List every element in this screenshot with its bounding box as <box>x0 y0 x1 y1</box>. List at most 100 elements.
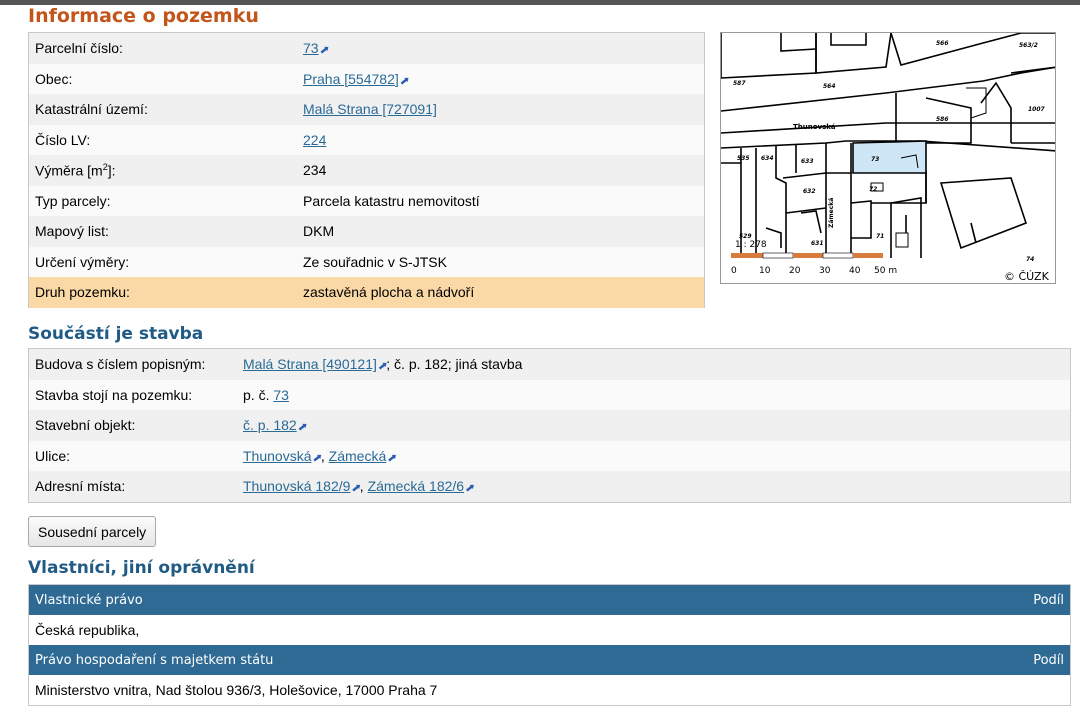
parcel-value: Malá Strana [727091] <box>297 94 704 125</box>
building-link-zamecka[interactable]: Zámecká <box>329 448 387 464</box>
external-link-icon: ⬈ <box>377 361 387 373</box>
parcel-label: Katastrální území: <box>29 94 297 125</box>
building-link-mala-strana-490121[interactable]: Malá Strana [490121] <box>243 356 377 372</box>
svg-text:632: 632 <box>803 188 816 195</box>
parcel-label: Parcelní číslo: <box>29 33 297 64</box>
scale-bar <box>731 252 883 259</box>
external-link-icon: ⬈ <box>387 452 396 464</box>
map-street-label-2: Zámecká <box>828 198 835 228</box>
building-label: Budova s číslem popisným: <box>29 349 237 380</box>
svg-text:10: 10 <box>759 266 771 276</box>
parcel-link-katastralni-uzemi[interactable]: Malá Strana [727091] <box>303 101 437 117</box>
building-value: č. p. 182⬈ <box>237 410 1070 441</box>
svg-text:587: 587 <box>733 80 746 87</box>
owner-group-header: Právo hospodaření s majetkem státu Podíl <box>29 645 1070 675</box>
building-value: p. č. 73 <box>237 379 1070 410</box>
parcel-info-table: Parcelní číslo: 73⬈ Obec: Praha [554782]⬈ Ka… <box>29 33 704 308</box>
external-link-icon: ⬈ <box>319 45 328 57</box>
building-row: Stavba stojí na pozemku: p. č. 73 <box>29 379 1070 410</box>
svg-text:0: 0 <box>731 266 737 276</box>
building-link-73[interactable]: 73 <box>273 387 289 403</box>
parcel-value: Ze souřadnic v S-JTSK <box>297 246 704 277</box>
owners-panel: Vlastnické právo Podíl Česká republika, Prá… <box>28 584 1071 706</box>
svg-text:535: 535 <box>737 155 750 162</box>
parcel-row: Parcelní číslo: 73⬈ <box>29 33 704 64</box>
external-link-icon: ⬈ <box>351 483 360 495</box>
cadastral-map[interactable]: 587 564 586 1007 563/2 566 73 72 71 74 6… <box>720 32 1056 284</box>
parcel-label: Typ parcely: <box>29 185 297 216</box>
external-link-icon: ⬈ <box>297 422 307 434</box>
svg-text:564: 564 <box>823 83 836 90</box>
parcel-row: Druh pozemku: zastavěná plocha a nádvoří <box>29 277 704 308</box>
external-link-icon: ⬈ <box>465 483 474 495</box>
building-label: Stavební objekt: <box>29 410 237 441</box>
svg-text:71: 71 <box>876 233 884 240</box>
cadastral-map-graphic: 587 564 586 1007 563/2 566 73 72 71 74 6… <box>721 33 1055 283</box>
building-info-table: Budova s číslem popisným: Malá Strana [49… <box>29 349 1070 502</box>
parcel-row: Mapový list: DKM <box>29 216 704 247</box>
map-street-label: Thunovská <box>793 123 836 131</box>
svg-text:50 m: 50 m <box>874 266 897 276</box>
building-row: Ulice: Thunovská⬈, Zámecká⬈ <box>29 440 1070 471</box>
parcel-value: DKM <box>297 216 704 247</box>
map-copyright: © ČÚZK <box>1004 270 1050 283</box>
owner-share-label: Podíl <box>1033 652 1064 668</box>
building-link-c-p-182[interactable]: č. p. 182 <box>243 417 297 433</box>
building-text: p. č. <box>243 386 274 403</box>
building-label: Adresní místa: <box>29 471 237 502</box>
section-title-stavba: Součástí je stavba <box>28 324 204 344</box>
parcel-value: 73⬈ <box>297 33 704 64</box>
building-text: , <box>359 478 368 495</box>
owner-group-header: Vlastnické právo Podíl <box>29 585 1070 615</box>
svg-text:40: 40 <box>849 266 861 276</box>
svg-text:72: 72 <box>869 186 877 193</box>
building-value: Thunovská 182/9⬈, Zámecká 182/6⬈ <box>237 471 1070 502</box>
owner-group-title: Vlastnické právo <box>35 592 143 608</box>
parcel-label: Druh pozemku: <box>29 277 297 308</box>
svg-text:586: 586 <box>936 116 949 123</box>
parcel-link-cislo-lv[interactable]: 224 <box>303 132 326 148</box>
building-label: Ulice: <box>29 440 237 471</box>
building-text: , <box>320 447 329 464</box>
parcel-row: Typ parcely: Parcela katastru nemovitostí <box>29 185 704 216</box>
parcel-value: 224 <box>297 124 704 155</box>
parcel-value: zastavěná plocha a nádvoří <box>297 277 704 308</box>
building-value: Thunovská⬈, Zámecká⬈ <box>237 440 1070 471</box>
svg-text:633: 633 <box>801 158 814 165</box>
parcel-link-parcelni-cislo[interactable]: 73 <box>303 40 319 56</box>
svg-text:631: 631 <box>811 240 824 247</box>
svg-text:529: 529 <box>739 233 752 240</box>
svg-text:1007: 1007 <box>1028 106 1046 113</box>
svg-text:563/2: 563/2 <box>1019 42 1038 49</box>
parcel-label: Určení výměry: <box>29 246 297 277</box>
building-row: Adresní místa: Thunovská 182/9⬈, Zámecká … <box>29 471 1070 502</box>
building-row: Budova s číslem popisným: Malá Strana [49… <box>29 349 1070 380</box>
parcel-value: Praha [554782]⬈ <box>297 63 704 94</box>
building-link-zamecka-182-6[interactable]: Zámecká 182/6 <box>368 478 465 494</box>
parcel-row: Výměra [m2]: 234 <box>29 155 704 186</box>
owner-entry: Ministerstvo vnitra, Nad štolou 936/3, H… <box>29 675 1070 705</box>
building-text: ; č. p. 182; jiná stavba <box>386 356 523 373</box>
parcel-value: Parcela katastru nemovitostí <box>297 185 704 216</box>
parcel-label: Obec: <box>29 63 297 94</box>
parcel-row: Určení výměry: Ze souřadnic v S-JTSK <box>29 246 704 277</box>
building-row: Stavební objekt: č. p. 182⬈ <box>29 410 1070 441</box>
parcel-73-highlight[interactable] <box>852 140 927 174</box>
neighbor-parcels-button[interactable]: Sousední parcely <box>28 516 157 547</box>
page-title: Informace o pozemku <box>28 5 259 27</box>
parcel-label: Výměra [m2]: <box>29 155 297 186</box>
svg-text:566: 566 <box>936 40 949 47</box>
section-title-owners: Vlastníci, jiní oprávnění <box>28 558 255 578</box>
parcel-label: Mapový list: <box>29 216 297 247</box>
parcel-link-obec[interactable]: Praha [554782] <box>303 71 399 87</box>
external-link-icon: ⬈ <box>399 75 409 87</box>
external-link-icon: ⬈ <box>312 452 321 464</box>
svg-text:30: 30 <box>819 266 831 276</box>
svg-text:20: 20 <box>789 266 801 276</box>
parcel-value: 234 <box>297 155 704 186</box>
building-link-thunovska-182-9[interactable]: Thunovská 182/9 <box>243 478 350 494</box>
owner-group-title: Právo hospodaření s majetkem státu <box>35 652 274 668</box>
owner-entry: Česká republika, <box>29 615 1070 645</box>
parcel-row: Katastrální území: Malá Strana [727091] <box>29 94 704 125</box>
building-link-thunovska[interactable]: Thunovská <box>243 448 311 464</box>
